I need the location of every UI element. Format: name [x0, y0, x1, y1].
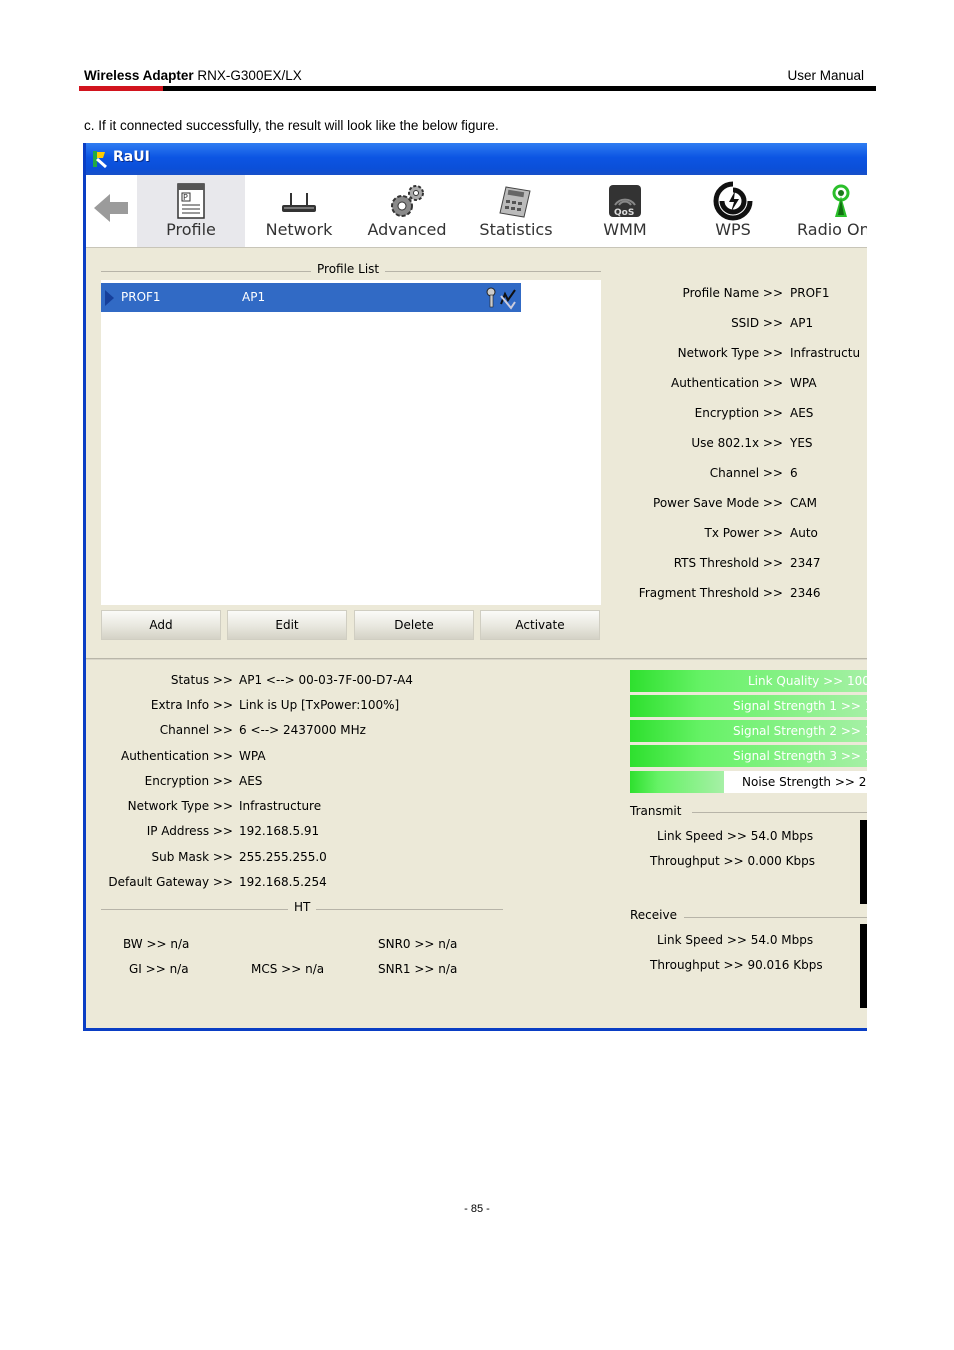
activate-button[interactable]: Activate: [480, 610, 600, 640]
back-arrow-icon[interactable]: [92, 189, 130, 227]
ht-title: HT: [288, 900, 317, 914]
title-bar[interactable]: RaUI: [86, 143, 867, 175]
raui-window: RaUI P Profile Network Advanced Statisti…: [83, 143, 867, 1031]
radio-icon: [832, 184, 850, 217]
toolbar: P Profile Network Advanced Statistics Qo…: [86, 175, 867, 247]
profile-icon: P: [177, 183, 205, 219]
ssid-cell: AP1: [242, 290, 266, 304]
ht-mcs: MCS >> n/a: [251, 962, 325, 976]
header-manual: User Manual: [787, 68, 864, 83]
delete-button[interactable]: Delete: [354, 610, 474, 640]
svg-text:P: P: [183, 193, 188, 202]
network-icon: [282, 193, 316, 212]
ht-bw: BW >> n/a: [123, 937, 190, 951]
signal-strength-2-bar: Signal Strength 2 >> 100%: [630, 720, 867, 742]
receive-throughput: Throughput >> 90.016 Kbps: [650, 958, 823, 972]
advanced-icon: [391, 185, 424, 217]
statistics-icon: [499, 186, 531, 218]
raui-logo-icon: [93, 151, 107, 169]
edit-button[interactable]: Edit: [227, 610, 347, 640]
add-button[interactable]: Add: [101, 610, 221, 640]
transmit-throughput: Throughput >> 0.000 Kbps: [650, 854, 815, 868]
connected-key-icon: [486, 287, 516, 310]
tab-advanced[interactable]: Advanced: [353, 175, 461, 247]
page-number: - 85 -: [464, 1203, 490, 1215]
profile-name-cell: PROF1: [121, 290, 161, 304]
signal-strength-1-bar: Signal Strength 1 >> 100%: [630, 695, 867, 717]
profile-list-title: Profile List: [311, 262, 386, 276]
receive-link-speed: Link Speed >> 54.0 Mbps: [657, 933, 814, 947]
intro-text: c. If it connected successfully, the res…: [84, 118, 499, 133]
ht-gi: GI >> n/a: [129, 962, 189, 976]
active-arrow-icon: [105, 290, 114, 306]
header-rule: [79, 86, 876, 91]
noise-strength-bar: Noise Strength >> 26%: [630, 771, 867, 793]
svg-text:QoS: QoS: [614, 208, 634, 218]
tab-wmm[interactable]: QoS WMM: [571, 175, 679, 247]
receive-graph: [860, 924, 867, 1008]
receive-title: Receive: [630, 908, 677, 922]
noise-strength-fill: [630, 771, 724, 793]
ht-snr0: SNR0 >> n/a: [378, 937, 458, 951]
toolbar-divider: [86, 247, 867, 248]
link-quality-bar: Link Quality >> 100%: [630, 670, 867, 692]
transmit-title: Transmit: [630, 804, 682, 818]
header-product: Wireless Adapter RNX-G300EX/LX: [84, 68, 302, 83]
profile-row[interactable]: PROF1 AP1: [101, 283, 521, 312]
receive-rule: [684, 917, 867, 918]
transmit-link-speed: Link Speed >> 54.0 Mbps: [657, 829, 814, 843]
ht-snr1: SNR1 >> n/a: [378, 962, 458, 976]
header-rule-accent: [79, 86, 163, 91]
wps-icon: [713, 181, 753, 221]
tab-statistics[interactable]: Statistics: [461, 175, 571, 247]
transmit-graph: [860, 820, 867, 904]
signal-strength-3-bar: Signal Strength 3 >> 100%: [630, 745, 867, 767]
tab-radio[interactable]: Radio On/: [787, 175, 867, 247]
tab-wps[interactable]: WPS: [679, 175, 787, 247]
tab-profile[interactable]: P Profile: [137, 175, 245, 247]
transmit-rule: [692, 812, 867, 813]
window-title: RaUI: [113, 149, 150, 165]
profile-list[interactable]: PROF1 AP1: [101, 280, 601, 605]
section-separator: [86, 658, 867, 660]
tab-network[interactable]: Network: [245, 175, 353, 247]
wmm-qos-icon: QoS: [609, 185, 641, 218]
